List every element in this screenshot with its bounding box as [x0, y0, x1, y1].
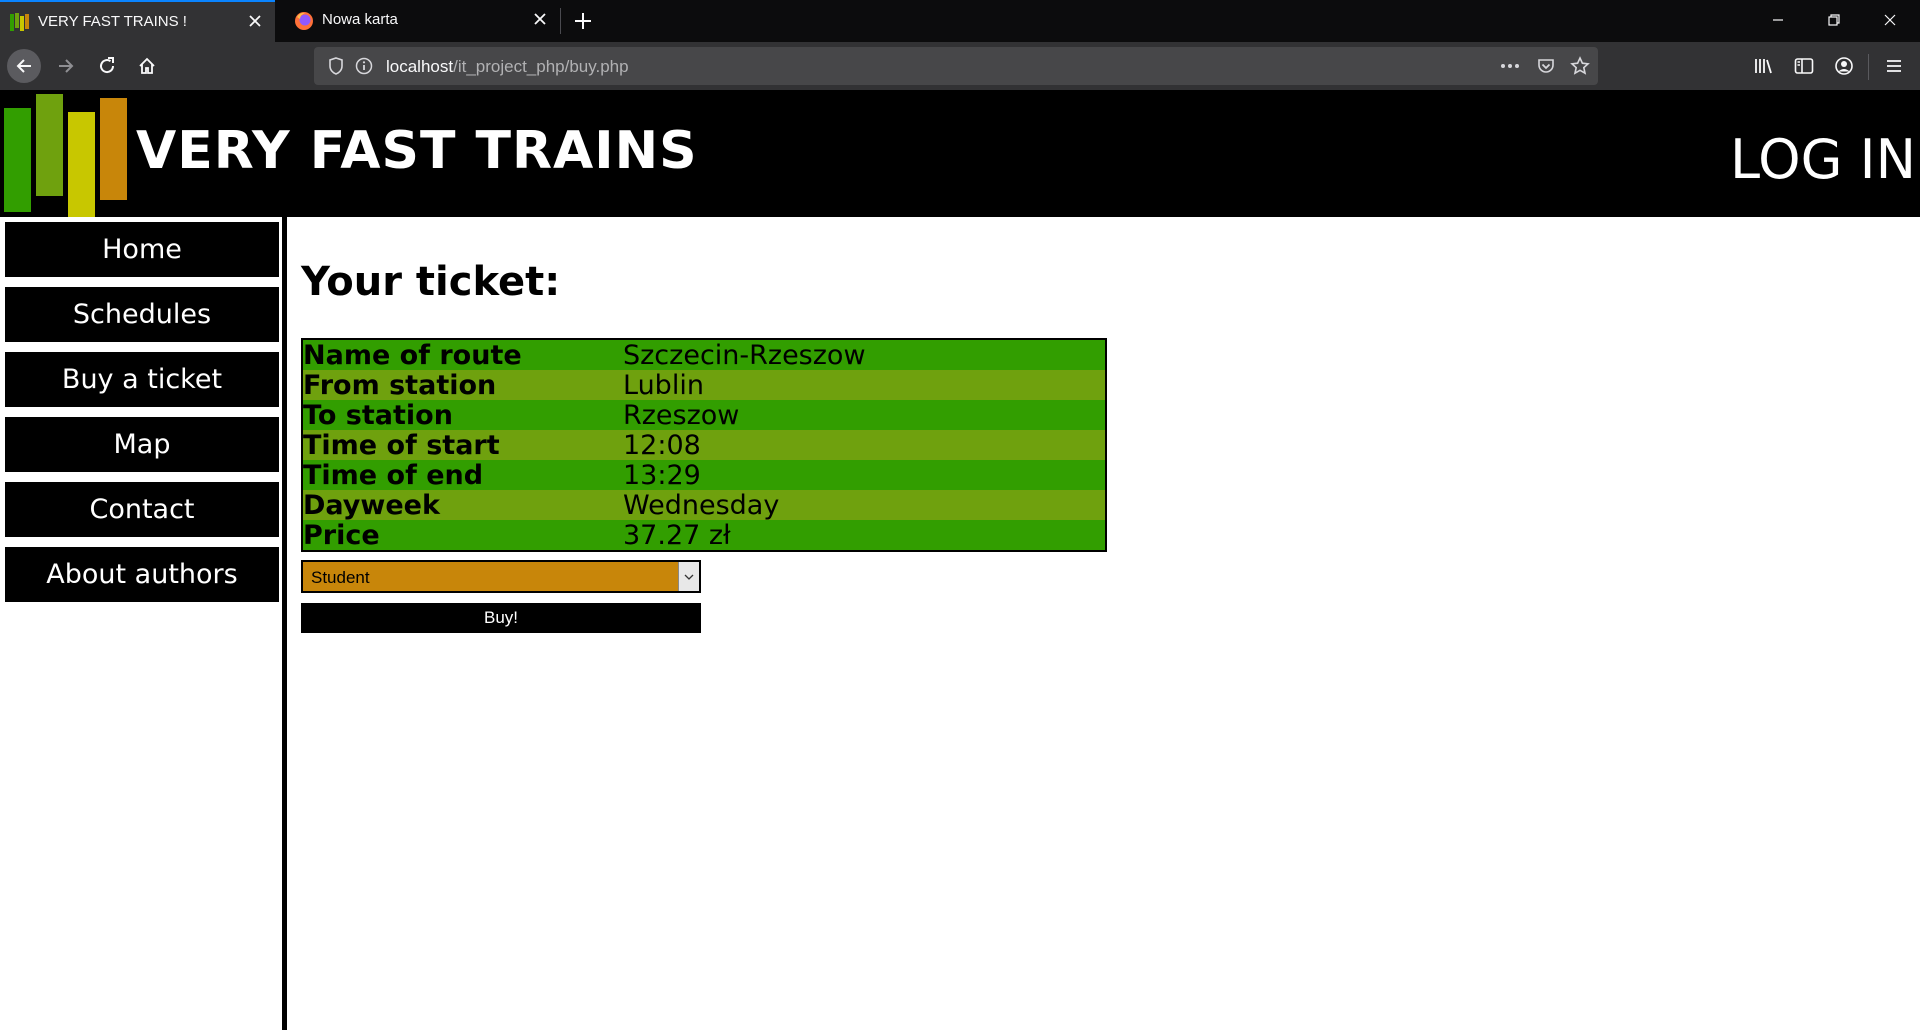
- row-label: Name of route: [303, 339, 522, 371]
- home-icon[interactable]: [130, 49, 164, 83]
- url-path: /it_project_php/buy.php: [453, 57, 629, 76]
- table-row: Time of end 13:29: [303, 459, 1105, 491]
- hamburger-menu-icon[interactable]: [1879, 51, 1909, 81]
- new-tab-icon[interactable]: [568, 6, 598, 36]
- row-value: 12:08: [623, 429, 701, 461]
- row-label: To station: [303, 399, 453, 431]
- url-bar[interactable]: localhost/it_project_php/buy.php: [314, 47, 1598, 85]
- table-row: To station Rzeszow: [303, 399, 1105, 431]
- row-value: 13:29: [623, 459, 701, 491]
- sidebar-item-map[interactable]: Map: [5, 417, 279, 472]
- browser-tab-bar: VERY FAST TRAINS ! Nowa karta: [0, 0, 1920, 42]
- row-label: From station: [303, 369, 497, 401]
- row-value: Szczecin-Rzeszow: [623, 339, 866, 371]
- info-icon[interactable]: [350, 52, 378, 80]
- table-row: Dayweek Wednesday: [303, 489, 1105, 521]
- tab-very-fast-trains[interactable]: VERY FAST TRAINS !: [0, 0, 275, 42]
- row-value: 37.27 zł: [623, 519, 731, 551]
- table-row: From station Lublin: [303, 369, 1105, 401]
- page-title: Your ticket:: [301, 259, 561, 305]
- tracking-shield-icon[interactable]: [322, 52, 350, 80]
- sidebar-item-home[interactable]: Home: [5, 222, 279, 277]
- account-icon[interactable]: [1829, 51, 1859, 81]
- sidebar-item-about-authors[interactable]: About authors: [5, 547, 279, 602]
- browser-nav-bar: localhost/it_project_php/buy.php: [0, 42, 1920, 90]
- row-value: Rzeszow: [623, 399, 740, 431]
- sidebar-item-schedules[interactable]: Schedules: [5, 287, 279, 342]
- table-row: Name of route Szczecin-Rzeszow: [303, 339, 1105, 371]
- reload-icon[interactable]: [90, 49, 124, 83]
- bookmark-star-icon[interactable]: [1566, 52, 1594, 80]
- chevron-down-icon[interactable]: [678, 562, 699, 591]
- tab-title: VERY FAST TRAINS !: [38, 13, 187, 30]
- row-value: Wednesday: [623, 489, 780, 521]
- close-tab-icon[interactable]: [528, 7, 552, 31]
- row-label: Time of end: [303, 459, 484, 491]
- url-host: localhost: [386, 57, 454, 76]
- tab-nowa-karta[interactable]: Nowa karta: [284, 0, 560, 42]
- table-row: Time of start 12:08: [303, 429, 1105, 461]
- site-logo-icon: [4, 94, 127, 217]
- discount-select-value: Student: [311, 568, 370, 587]
- buy-button[interactable]: Buy!: [301, 603, 701, 633]
- forward-arrow-icon[interactable]: [49, 49, 83, 83]
- restore-icon[interactable]: [1806, 0, 1862, 40]
- firefox-icon: [295, 12, 313, 30]
- toolbar-separator: [1868, 54, 1869, 80]
- row-value: Lublin: [623, 369, 704, 401]
- library-icon[interactable]: [1749, 51, 1779, 81]
- row-label: Price: [303, 519, 380, 551]
- sidebar-toggle-icon[interactable]: [1789, 51, 1819, 81]
- close-tab-icon[interactable]: [243, 9, 267, 33]
- url-text: localhost/it_project_php/buy.php: [386, 57, 629, 77]
- login-link[interactable]: LOG IN: [1730, 128, 1916, 191]
- site-favicon-icon: [10, 13, 29, 31]
- site-header: VERY FAST TRAINS LOG IN: [0, 90, 1920, 217]
- ticket-table: Name of route Szczecin-Rzeszow From stat…: [301, 338, 1107, 552]
- tab-separator: [560, 8, 561, 34]
- discount-select[interactable]: Student: [301, 560, 701, 593]
- sidebar-item-buy-ticket[interactable]: Buy a ticket: [5, 352, 279, 407]
- back-arrow-icon[interactable]: [7, 49, 41, 83]
- close-window-icon[interactable]: [1862, 0, 1918, 40]
- sidebar-nav: Home Schedules Buy a ticket Map Contact …: [0, 217, 287, 1030]
- row-label: Time of start: [303, 429, 500, 461]
- main-content: Your ticket: Name of route Szczecin-Rzes…: [287, 217, 1920, 1030]
- tab-title: Nowa karta: [322, 11, 398, 28]
- minimize-icon[interactable]: [1750, 0, 1806, 40]
- sidebar-item-contact[interactable]: Contact: [5, 482, 279, 537]
- row-label: Dayweek: [303, 489, 440, 521]
- pocket-icon[interactable]: [1532, 52, 1560, 80]
- page-actions-icon[interactable]: [1496, 52, 1524, 80]
- site-title: VERY FAST TRAINS: [136, 121, 698, 181]
- table-row: Price 37.27 zł: [303, 519, 1105, 551]
